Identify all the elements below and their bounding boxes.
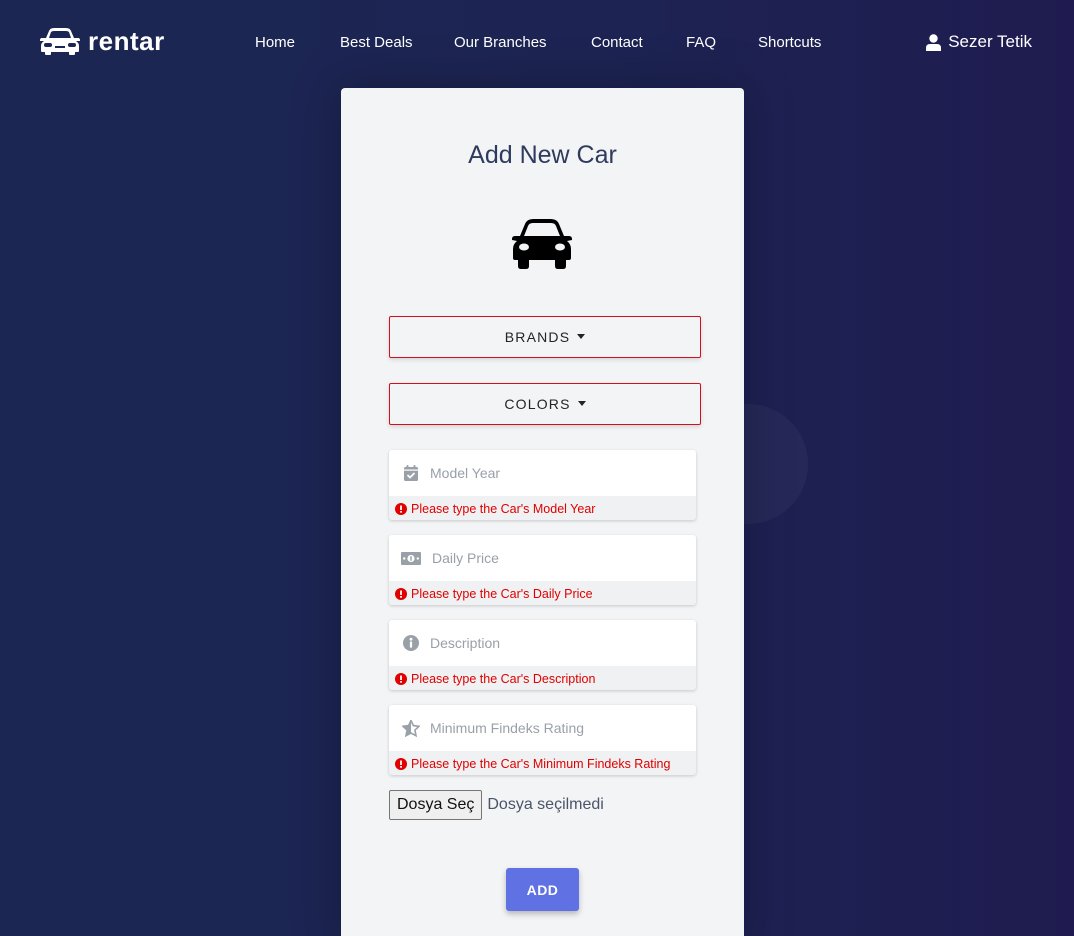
user-menu[interactable]: Sezer Tetik	[926, 32, 1032, 52]
description-error: Please type the Car's Description	[395, 672, 595, 686]
model-year-error-text: Please type the Car's Model Year	[411, 502, 596, 516]
info-circle-icon	[401, 635, 421, 651]
choose-file-button[interactable]: Dosya Seç	[389, 790, 483, 820]
brand-name: rentar	[88, 26, 165, 56]
brands-dropdown[interactable]: BRANDS	[389, 316, 701, 358]
findeks-rating-field-group: Please type the Car's Minimum Findeks Ra…	[389, 705, 696, 775]
daily-price-input[interactable]	[432, 543, 672, 573]
daily-price-input-wrap	[389, 535, 696, 581]
file-upload: Dosya Seç Dosya seçilmedi	[389, 790, 604, 820]
findeks-rating-error: Please type the Car's Minimum Findeks Ra…	[395, 757, 670, 771]
caret-down-icon	[577, 333, 586, 339]
findeks-rating-input[interactable]	[430, 713, 670, 743]
brand-logo[interactable]: rentar	[40, 26, 165, 56]
brands-dropdown-label: BRANDS	[504, 329, 571, 345]
exclamation-circle-icon	[395, 588, 407, 600]
nav-link-contact[interactable]: Contact	[591, 34, 643, 52]
daily-price-error-text: Please type the Car's Daily Price	[411, 587, 593, 601]
car-front-icon	[40, 28, 80, 55]
daily-price-error: Please type the Car's Daily Price	[395, 587, 593, 601]
nav-link-shortcuts[interactable]: Shortcuts	[758, 34, 821, 52]
page-title: Add New Car	[468, 141, 617, 169]
add-car-card: Add New Car BRANDS COLORS Model Year Ple…	[341, 88, 744, 936]
nav-link-faq[interactable]: FAQ	[686, 34, 716, 52]
colors-dropdown-label: COLORS	[504, 396, 571, 412]
caret-down-icon	[577, 400, 586, 406]
model-year-input[interactable]	[430, 458, 670, 488]
file-status-text: Dosya seçilmedi	[487, 796, 604, 813]
star-half-icon	[401, 719, 421, 737]
car-icon	[512, 219, 572, 269]
exclamation-circle-icon	[395, 503, 407, 515]
exclamation-circle-icon	[395, 673, 407, 685]
model-year-error: Please type the Car's Model Year	[395, 502, 595, 516]
description-input-wrap	[389, 620, 696, 666]
model-year-input-wrap	[389, 450, 696, 496]
nav-link-best-deals[interactable]: Best Deals	[340, 34, 413, 52]
nav-link-home[interactable]: Home	[255, 34, 295, 52]
exclamation-circle-icon	[395, 758, 407, 770]
add-button[interactable]: ADD	[506, 868, 579, 911]
colors-dropdown[interactable]: COLORS	[389, 383, 701, 425]
description-input[interactable]	[430, 628, 670, 658]
nav-link-our-branches[interactable]: Our Branches	[454, 34, 547, 52]
user-name: Sezer Tetik	[948, 32, 1032, 51]
findeks-rating-input-wrap	[389, 705, 696, 751]
model-year-field-group: Please type the Car's Model Year	[389, 450, 696, 520]
money-bill-icon	[401, 550, 421, 566]
navbar: rentar Home Best Deals Our Branches Cont…	[0, 0, 1074, 84]
daily-price-field-group: Please type the Car's Daily Price	[389, 535, 696, 605]
findeks-rating-error-text: Please type the Car's Minimum Findeks Ra…	[411, 757, 671, 771]
description-error-text: Please type the Car's Description	[411, 672, 596, 686]
user-icon	[926, 33, 942, 51]
description-field-group: Please type the Car's Description	[389, 620, 696, 690]
calendar-check-icon	[401, 465, 421, 481]
